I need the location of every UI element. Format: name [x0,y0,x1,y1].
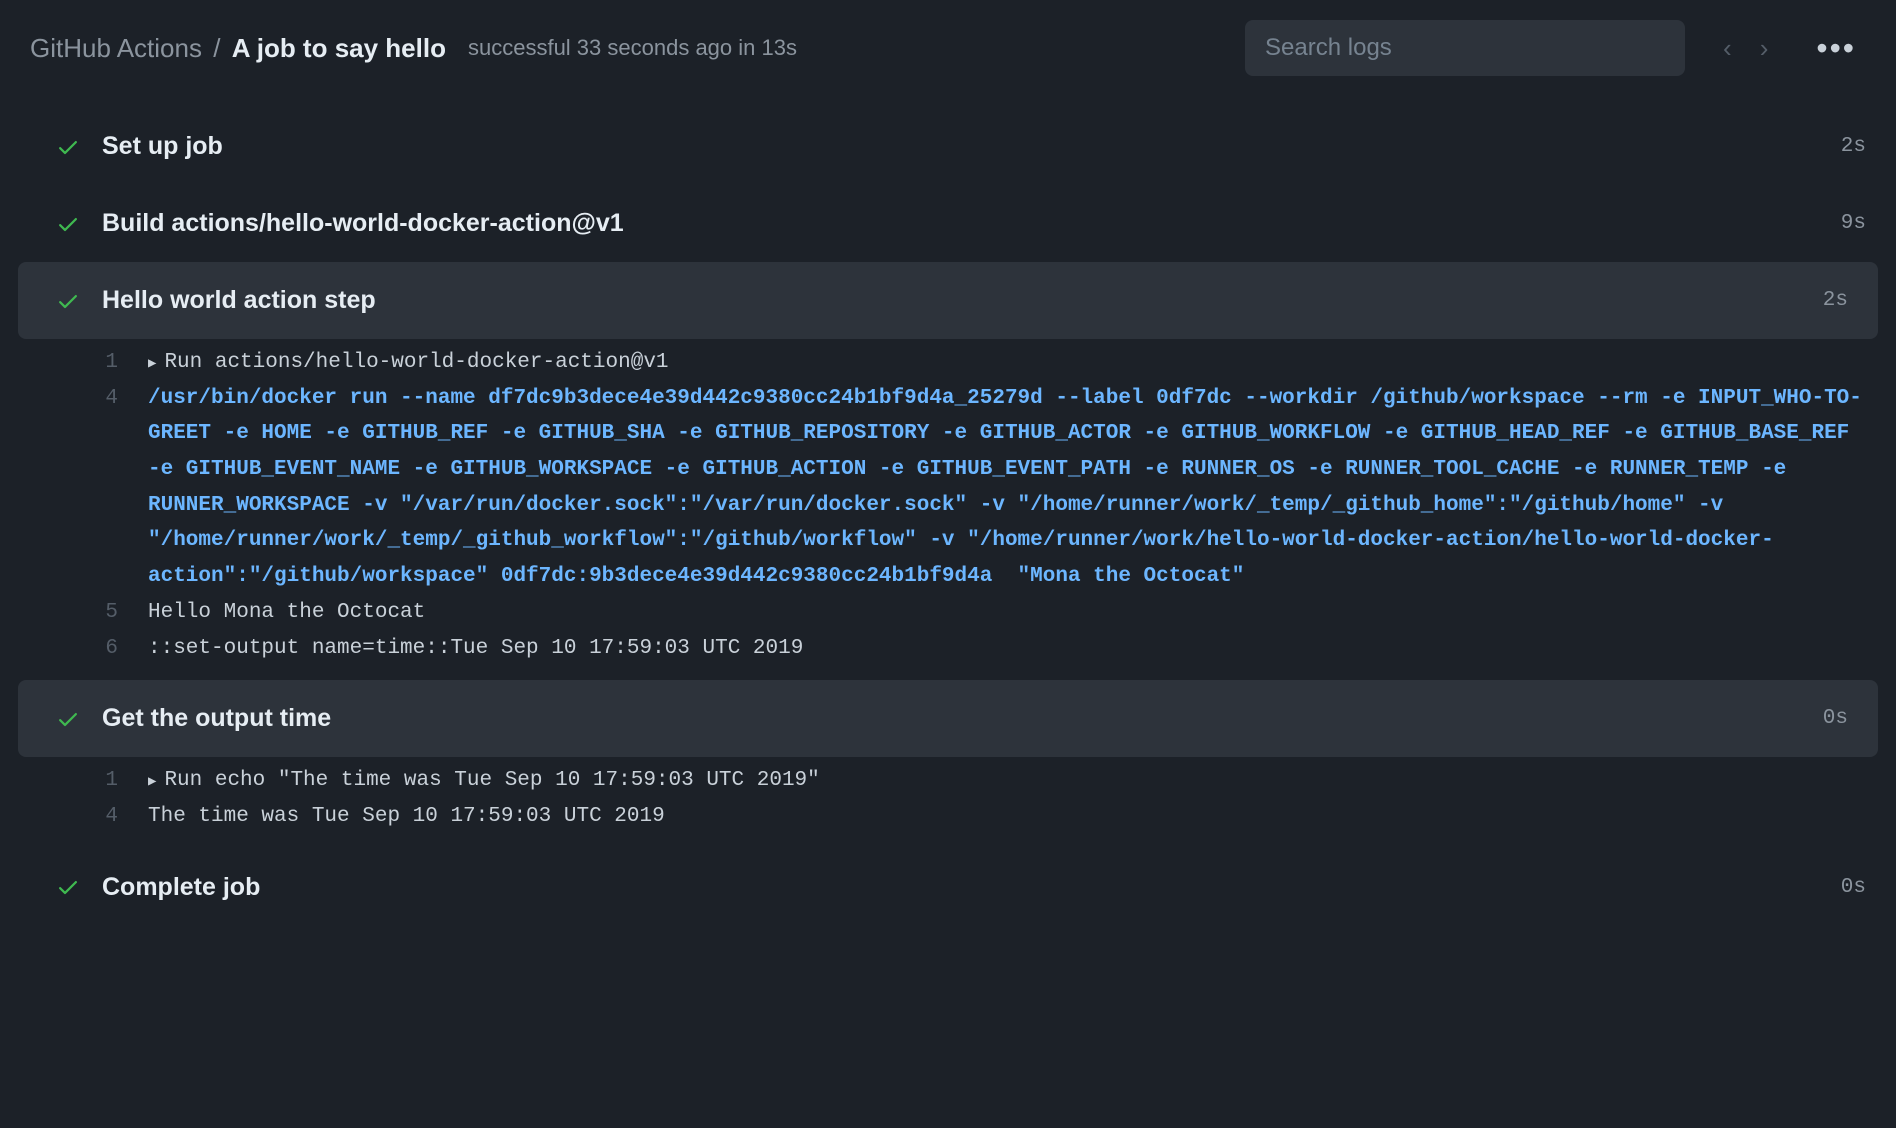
steps-list: Set up job 2s Build actions/hello-world-do… [0,96,1896,938]
log-line-number: 4 [88,381,118,417]
log-line-text: /usr/bin/docker run --name df7dc9b3dece4… [148,381,1866,595]
log-nav-arrows: ‹ › [1723,33,1768,64]
step-duration: 0s [1823,707,1848,730]
step-header[interactable]: Hello world action step 2s [18,262,1878,339]
step-header[interactable]: Set up job 2s [0,108,1896,185]
expand-caret-icon[interactable]: ▶ [148,771,156,795]
log-line-number: 1 [88,763,118,799]
log-line-text: ::set-output name=time::Tue Sep 10 17:59… [148,631,1866,667]
log-line-number: 1 [88,345,118,381]
kebab-menu-button[interactable]: ••• [1816,40,1856,56]
step-title: Complete job [102,873,1819,902]
step-title: Hello world action step [102,286,1801,315]
log-line-number: 5 [88,595,118,631]
check-icon [56,707,80,731]
log-line-number: 4 [88,799,118,835]
log-line-number: 6 [88,631,118,667]
expand-caret-icon[interactable]: ▶ [148,353,156,377]
log-line: 1 ▶Run actions/hello-world-docker-action@… [88,345,1866,381]
log-line: 6::set-output name=time::Tue Sep 10 17:5… [88,631,1866,667]
log-line: 4 The time was Tue Sep 10 17:59:03 UTC 20… [88,799,1866,835]
step-header[interactable]: Get the output time 0s [18,680,1878,757]
step-title: Build actions/hello-world-docker-action@… [102,209,1819,238]
breadcrumb: GitHub Actions / A job to say hello [30,33,446,64]
log-line-text: ▶Run actions/hello-world-docker-action@v… [148,345,1866,381]
step-duration: 9s [1841,212,1866,235]
log-line-text: ▶Run echo "The time was Tue Sep 10 17:59… [148,763,1866,799]
log-line: 5 Hello Mona the Octocat [88,595,1866,631]
step-title: Get the output time [102,704,1801,733]
check-icon [56,212,80,236]
step-header[interactable]: Build actions/hello-world-docker-action@… [0,185,1896,262]
next-match-button[interactable]: › [1760,33,1769,64]
breadcrumb-separator: / [213,33,220,63]
log-line: 4/usr/bin/docker run --name df7dc9b3dece… [88,381,1866,595]
step-title: Set up job [102,132,1819,161]
log-block: 1 ▶Run actions/hello-world-docker-action@… [0,339,1896,680]
log-line: 1 ▶Run echo "The time was Tue Sep 10 17:5… [88,763,1866,799]
prev-match-button[interactable]: ‹ [1723,33,1732,64]
step-duration: 2s [1841,135,1866,158]
step-duration: 2s [1823,289,1848,312]
step-duration: 0s [1841,876,1866,899]
step-header[interactable]: Complete job 0s [0,849,1896,926]
log-block: 1 ▶Run echo "The time was Tue Sep 10 17:5… [0,757,1896,848]
check-icon [56,289,80,313]
log-line-text: Hello Mona the Octocat [148,595,1866,631]
check-icon [56,135,80,159]
run-status: successful 33 seconds ago in 13s [468,35,797,61]
log-header: GitHub Actions / A job to say hello succ… [0,0,1896,96]
search-logs-input[interactable] [1245,20,1685,76]
log-line-text: The time was Tue Sep 10 17:59:03 UTC 201… [148,799,1866,835]
breadcrumb-parent[interactable]: GitHub Actions [30,33,202,63]
breadcrumb-job: A job to say hello [232,33,446,63]
check-icon [56,875,80,899]
